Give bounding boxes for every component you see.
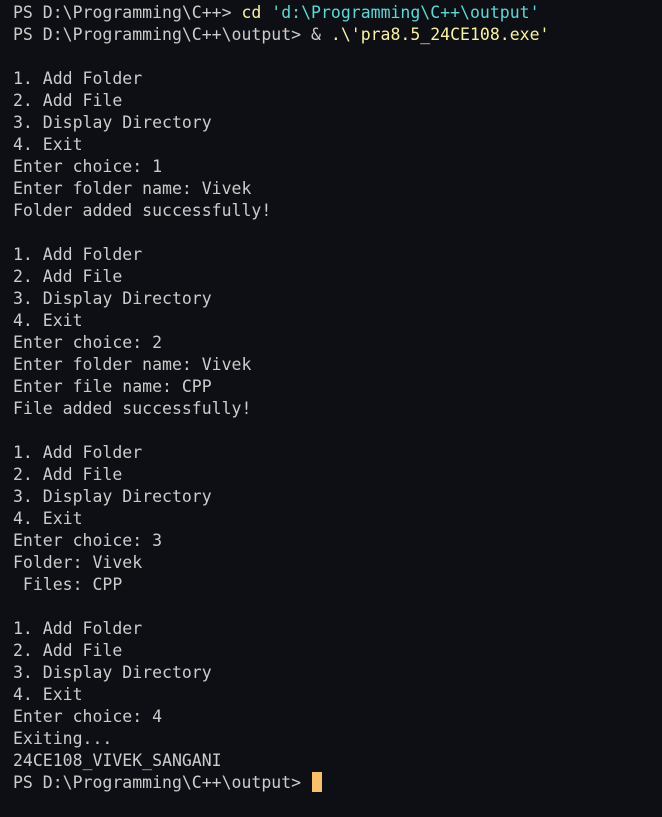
terminal-text: 1. Add Folder: [13, 69, 143, 88]
terminal-line: PS D:\Programming\C++\output>: [13, 772, 662, 794]
terminal-line: 3. Display Directory: [13, 288, 662, 310]
terminal-line: 1. Add Folder: [13, 244, 662, 266]
terminal-text: 'd:\Programming\C++\output': [271, 3, 540, 22]
terminal-line: 3. Display Directory: [13, 662, 662, 684]
terminal-text: 3. Display Directory: [13, 487, 212, 506]
terminal-text: 1. Add Folder: [13, 443, 143, 462]
terminal-line: 24CE108_VIVEK_SANGANI: [13, 750, 662, 772]
terminal-line: 1. Add Folder: [13, 442, 662, 464]
terminal-text: 1. Add Folder: [13, 245, 143, 264]
terminal-text: 1. Add Folder: [13, 619, 143, 638]
terminal-line: 3. Display Directory: [13, 486, 662, 508]
terminal-text: 24CE108_VIVEK_SANGANI: [13, 751, 222, 770]
terminal-text: 3. Display Directory: [13, 663, 212, 682]
terminal-line: Folder: Vivek: [13, 552, 662, 574]
terminal-line: 4. Exit: [13, 310, 662, 332]
terminal-line: 3. Display Directory: [13, 112, 662, 134]
terminal-text: Files: CPP: [13, 575, 123, 594]
terminal-text: File added successfully!: [13, 399, 252, 418]
terminal-line: 4. Exit: [13, 134, 662, 156]
terminal-line: 2. Add File: [13, 640, 662, 662]
terminal-line: 1. Add Folder: [13, 68, 662, 90]
terminal-text: Enter folder name: Vivek: [13, 355, 252, 374]
terminal-line: Folder added successfully!: [13, 200, 662, 222]
terminal-line: Exiting...: [13, 728, 662, 750]
terminal-text: Folder: Vivek: [13, 553, 143, 572]
terminal-text: 4. Exit: [13, 685, 83, 704]
terminal-text: PS D:\Programming\C++\output>: [13, 25, 312, 44]
cursor-block: [312, 772, 323, 792]
terminal-line: File added successfully!: [13, 398, 662, 420]
terminal-line: 2. Add File: [13, 266, 662, 288]
terminal-line: Enter choice: 4: [13, 706, 662, 728]
terminal-text: Enter file name: CPP: [13, 377, 212, 396]
terminal-line: PS D:\Programming\C++> cd 'd:\Programmin…: [13, 2, 662, 24]
terminal-line: Enter folder name: Vivek: [13, 178, 662, 200]
terminal-text: 4. Exit: [13, 311, 83, 330]
terminal-line: Enter choice: 1: [13, 156, 662, 178]
terminal-line: 2. Add File: [13, 90, 662, 112]
terminal-text: Folder added successfully!: [13, 201, 272, 220]
terminal-text: 4. Exit: [13, 135, 83, 154]
terminal-text: 4. Exit: [13, 509, 83, 528]
terminal-line: Files: CPP: [13, 574, 662, 596]
terminal-text: PS D:\Programming\C++>: [13, 3, 242, 22]
terminal-text: Enter folder name: Vivek: [13, 179, 252, 198]
terminal-text: Enter choice: 4: [13, 707, 163, 726]
terminal-text: 3. Display Directory: [13, 113, 212, 132]
terminal-text: Exiting...: [13, 729, 113, 748]
terminal-line: PS D:\Programming\C++\output> & .\'pra8.…: [13, 24, 662, 46]
terminal-text: &: [311, 25, 331, 44]
terminal-line: 2. Add File: [13, 464, 662, 486]
terminal-text: cd: [241, 3, 262, 22]
terminal-line: Enter choice: 2: [13, 332, 662, 354]
terminal-text: 3. Display Directory: [13, 289, 212, 308]
terminal-text: Enter choice: 2: [13, 333, 163, 352]
terminal-text: .\'pra8.5_24CE108.exe': [330, 25, 550, 44]
terminal-line: 4. Exit: [13, 684, 662, 706]
terminal-line: Enter folder name: Vivek: [13, 354, 662, 376]
terminal-text: Enter choice: 3: [13, 531, 163, 550]
terminal-line: Enter file name: CPP: [13, 376, 662, 398]
terminal-text: 2. Add File: [13, 91, 123, 110]
terminal-output[interactable]: PS D:\Programming\C++> cd 'd:\Programmin…: [0, 0, 662, 817]
terminal-text: 2. Add File: [13, 641, 123, 660]
terminal-text: Enter choice: 1: [13, 157, 163, 176]
terminal-line: Enter choice: 3: [13, 530, 662, 552]
terminal-text: 2. Add File: [13, 267, 123, 286]
terminal-line: 1. Add Folder: [13, 618, 662, 640]
terminal-text: PS D:\Programming\C++\output>: [13, 773, 312, 792]
terminal-text: 2. Add File: [13, 465, 123, 484]
terminal-line: 4. Exit: [13, 508, 662, 530]
